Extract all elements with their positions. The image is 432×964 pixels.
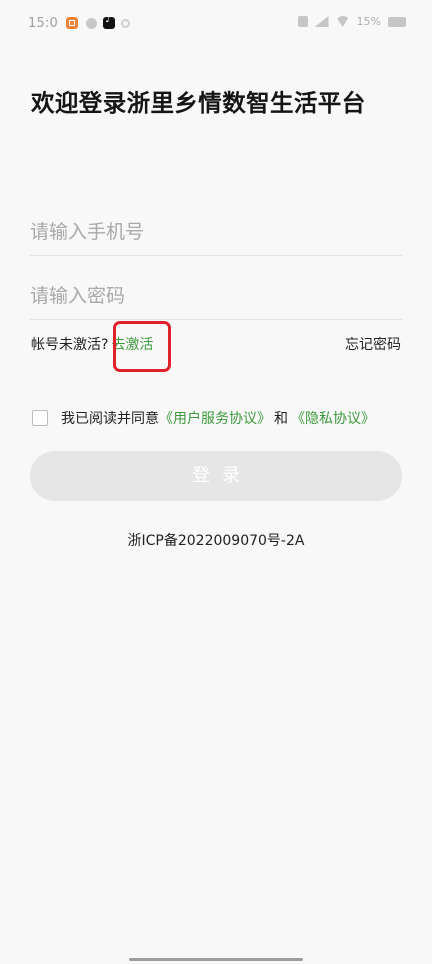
password-input[interactable] [30, 285, 402, 307]
home-indicator[interactable] [129, 958, 303, 961]
wifi-icon [335, 16, 350, 27]
password-field [30, 263, 402, 320]
login-page: 15:0 15% 欢迎登录浙里乡情数智生活平台 帐号未激活?去激活 忘记密码 我… [0, 0, 432, 964]
login-button[interactable]: 登录 [30, 451, 402, 501]
user-agreement-link[interactable]: 《用户服务协议》 [159, 408, 271, 428]
status-right: 15% [297, 15, 406, 28]
agreement-row: 我已阅读并同意 《用户服务协议》 和 《隐私协议》 [32, 408, 375, 428]
privacy-policy-link[interactable]: 《隐私协议》 [291, 408, 375, 428]
signal-icon [314, 16, 329, 27]
tiktok-icon [103, 14, 115, 29]
phone-input[interactable] [30, 221, 402, 243]
highlight-annotation [113, 321, 171, 372]
battery-percent: 15% [356, 15, 381, 28]
status-bar: 15:0 15% [0, 0, 432, 48]
page-title: 欢迎登录浙里乡情数智生活平台 [31, 89, 366, 117]
icp-record: 浙ICP备2022009070号-2A [127, 533, 305, 549]
notification-icon [86, 18, 97, 29]
battery-icon [388, 16, 406, 27]
agreement-checkbox[interactable] [32, 410, 48, 426]
agreement-and: 和 [274, 411, 288, 427]
sync-icon [121, 19, 130, 28]
vibrate-icon [297, 16, 308, 27]
forgot-password-link[interactable]: 忘记密码 [345, 334, 401, 354]
activate-prompt: 帐号未激活? [31, 337, 109, 353]
status-time: 15:0 [28, 16, 58, 31]
phone-field [30, 199, 402, 256]
agreement-prefix: 我已阅读并同意 [61, 411, 159, 427]
orange-app-icon [66, 17, 78, 29]
